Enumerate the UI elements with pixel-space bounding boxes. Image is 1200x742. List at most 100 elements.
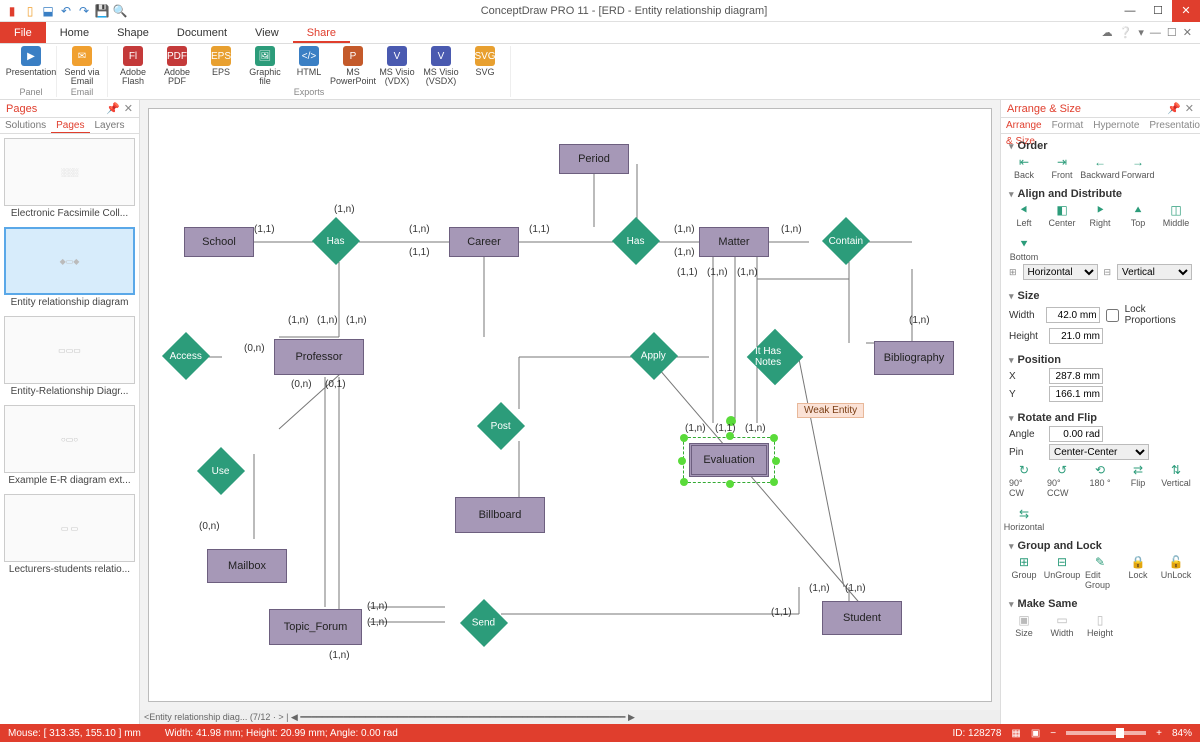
export-flash-button[interactable]: FlAdobe Flash [112, 46, 154, 87]
qat-new-icon[interactable]: ▮ [4, 3, 20, 19]
export-ppt-button[interactable]: PMS PowerPoint [332, 46, 374, 87]
angle-input[interactable] [1049, 426, 1103, 442]
group-button[interactable]: ⊞Group [1009, 554, 1039, 590]
lock-proportions-check[interactable] [1106, 309, 1119, 322]
section-size[interactable]: Size [1009, 290, 1192, 302]
pin-icon[interactable]: 📌 [106, 102, 120, 115]
page-thumb[interactable]: ◆▭◆Entity relationship diagram [4, 227, 135, 308]
makesame-height-button[interactable]: ▯Height [1085, 612, 1115, 638]
pages-tab-solutions[interactable]: Solutions [0, 118, 51, 133]
tab-share[interactable]: Share [293, 22, 350, 43]
align-middle-button[interactable]: ◫Middle [1161, 202, 1191, 228]
entity-mailbox[interactable]: Mailbox [207, 549, 287, 583]
pin-icon[interactable]: 📌 [1167, 102, 1181, 115]
flip-horizontal-button[interactable]: ⇆Horizontal [1009, 506, 1039, 532]
flip-button[interactable]: ⇄Flip [1123, 462, 1153, 498]
app-close-icon[interactable]: ✕ [1183, 26, 1192, 39]
status-icon[interactable]: ▦ [1011, 728, 1020, 739]
maximize-button[interactable]: ☐ [1144, 0, 1172, 22]
align-top-button[interactable]: ⯅Top [1123, 202, 1153, 228]
makesame-size-button[interactable]: ▣Size [1009, 612, 1039, 638]
entity-school[interactable]: School [184, 227, 254, 257]
section-order[interactable]: Order [1009, 140, 1192, 152]
order-forward-button[interactable]: →Forward [1123, 154, 1153, 180]
app-restore-icon[interactable]: ☐ [1167, 26, 1177, 39]
rtab-presentation[interactable]: Presentation [1144, 118, 1200, 133]
pages-tab-layers[interactable]: Layers [90, 118, 130, 133]
hscroll-tabs[interactable]: < Entity relationship diag... (7/12 · > … [140, 710, 1000, 724]
page-thumb[interactable]: ▭ ▭Lecturers-students relatio... [4, 494, 135, 575]
edit-group-button[interactable]: ✎Edit Group [1085, 554, 1115, 590]
zoom-slider[interactable] [1066, 731, 1146, 735]
entity-billboard[interactable]: Billboard [455, 497, 545, 533]
export-svg-button[interactable]: SVGSVG [464, 46, 506, 87]
tab-shape[interactable]: Shape [103, 22, 163, 43]
entity-period[interactable]: Period [559, 144, 629, 174]
drawing-canvas[interactable]: School Career Period Matter Professor Bi… [148, 108, 992, 702]
qat-undo-icon[interactable]: ↶ [58, 3, 74, 19]
entity-professor[interactable]: Professor [274, 339, 364, 375]
rtab-format[interactable]: Format [1047, 118, 1089, 133]
qat-save2-icon[interactable]: 💾 [94, 3, 110, 19]
dist-horizontal-select[interactable]: Horizontal [1023, 264, 1098, 280]
entity-evaluation[interactable]: Evaluation [689, 443, 769, 477]
triangle-icon[interactable]: ▾ [1138, 26, 1144, 39]
section-makesame[interactable]: Make Same [1009, 598, 1192, 610]
page-thumb[interactable]: ▭▭▭Entity-Relationship Diagr... [4, 316, 135, 397]
order-front-button[interactable]: ⇥Front [1047, 154, 1077, 180]
height-input[interactable] [1049, 328, 1103, 344]
page-thumb[interactable]: ░░░Electronic Facsimile Coll... [4, 138, 135, 219]
qat-print-icon[interactable]: 🔍 [112, 3, 128, 19]
entity-matter[interactable]: Matter [699, 227, 769, 257]
rtab-arrange[interactable]: Arrange & Size [1001, 118, 1047, 133]
export-graphic-button[interactable]: 🖼Graphic file [244, 46, 286, 87]
lock-button[interactable]: 🔒Lock [1123, 554, 1153, 590]
unlock-button[interactable]: 🔓UnLock [1161, 554, 1191, 590]
pages-tab-pages[interactable]: Pages [51, 118, 89, 133]
align-center-button[interactable]: ◧Center [1047, 202, 1077, 228]
section-align[interactable]: Align and Distribute [1009, 188, 1192, 200]
status-icon[interactable]: ▣ [1031, 728, 1040, 739]
qat-open-icon[interactable]: ▯ [22, 3, 38, 19]
dist-vertical-select[interactable]: Vertical [1117, 264, 1192, 280]
rtab-hypernote[interactable]: Hypernote [1088, 118, 1144, 133]
section-rotate[interactable]: Rotate and Flip [1009, 412, 1192, 424]
width-input[interactable] [1046, 307, 1100, 323]
app-min-icon[interactable]: — [1150, 27, 1161, 39]
pos-y-input[interactable] [1049, 386, 1103, 402]
pin-select[interactable]: Center-Center [1049, 444, 1149, 460]
export-vdx-button[interactable]: VMS Visio (VDX) [376, 46, 418, 87]
pos-x-input[interactable] [1049, 368, 1103, 384]
ungroup-button[interactable]: ⊟UnGroup [1047, 554, 1077, 590]
makesame-width-button[interactable]: ▭Width [1047, 612, 1077, 638]
section-group[interactable]: Group and Lock [1009, 540, 1192, 552]
tab-home[interactable]: Home [46, 22, 103, 43]
tab-view[interactable]: View [241, 22, 293, 43]
rotate-ccw-button[interactable]: ↺90° CCW [1047, 462, 1077, 498]
export-html-button[interactable]: </>HTML [288, 46, 330, 87]
tab-document[interactable]: Document [163, 22, 241, 43]
align-right-button[interactable]: ⯈Right [1085, 202, 1115, 228]
flip-vertical-button[interactable]: ⇅Vertical [1161, 462, 1191, 498]
close-button[interactable]: ✕ [1172, 0, 1200, 22]
close-panel-icon[interactable]: ✕ [124, 102, 133, 115]
cloud-icon[interactable]: ☁ [1102, 26, 1113, 39]
qat-redo-icon[interactable]: ↷ [76, 3, 92, 19]
order-backward-button[interactable]: ←Backward [1085, 154, 1115, 180]
rotate-cw-button[interactable]: ↻90° CW [1009, 462, 1039, 498]
section-position[interactable]: Position [1009, 354, 1192, 366]
presentation-button[interactable]: ▶ Presentation [10, 46, 52, 77]
export-eps-button[interactable]: EPSEPS [200, 46, 242, 87]
entity-bibliography[interactable]: Bibliography [874, 341, 954, 375]
export-pdf-button[interactable]: PDFAdobe PDF [156, 46, 198, 87]
rotate-180-button[interactable]: ⟲180 ° [1085, 462, 1115, 498]
entity-student[interactable]: Student [822, 601, 902, 635]
minimize-button[interactable]: — [1116, 0, 1144, 22]
close-panel-icon[interactable]: ✕ [1185, 102, 1194, 115]
help-icon[interactable]: ❔ [1119, 26, 1133, 39]
export-vsdx-button[interactable]: VMS Visio (VSDX) [420, 46, 462, 87]
align-left-button[interactable]: ⯇Left [1009, 202, 1039, 228]
order-back-button[interactable]: ⇤Back [1009, 154, 1039, 180]
entity-topic-forum[interactable]: Topic_Forum [269, 609, 362, 645]
qat-save-icon[interactable]: ⬓ [40, 3, 56, 19]
